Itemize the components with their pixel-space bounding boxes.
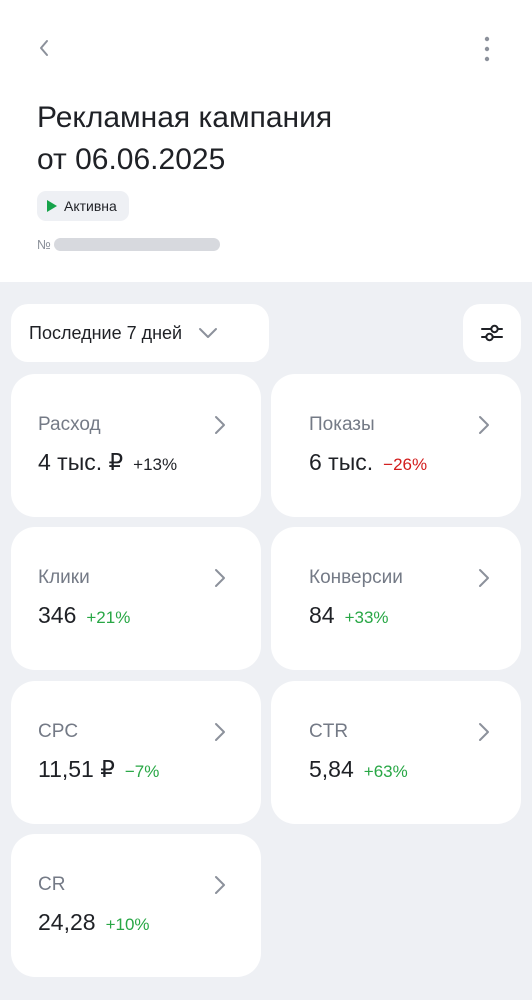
metric-value: 4 тыс. ₽ — [38, 449, 124, 475]
chevron-right-icon — [215, 876, 225, 894]
page-title: Рекламная кампания от 06.06.2025 — [37, 97, 477, 181]
metric-label: Клики — [38, 567, 90, 588]
metric-value: 346 — [38, 602, 77, 628]
metric-value-row: 5,84 +63% — [309, 756, 408, 783]
sliders-icon — [481, 324, 503, 342]
metric-value-row: 346 +21% — [38, 602, 130, 629]
metric-label: Расход — [38, 414, 101, 435]
back-button[interactable] — [30, 32, 62, 64]
metric-label: CPC — [38, 721, 79, 742]
metric-label: Показы — [309, 414, 375, 435]
more-options-button[interactable] — [470, 32, 502, 68]
number-prefix: № — [37, 236, 51, 252]
metric-value: 6 тыс. — [309, 449, 374, 475]
status-text: Активна — [64, 198, 117, 214]
metric-delta: +21% — [86, 608, 131, 627]
metric-delta: −7% — [124, 762, 160, 781]
metric-delta: +63% — [363, 762, 408, 781]
metric-card-conversions[interactable]: Конверсии 84 +33% — [271, 527, 521, 670]
chevron-right-icon — [479, 416, 489, 434]
metric-value: 24,28 — [38, 909, 96, 935]
metric-card-cr[interactable]: CR 24,28 +10% — [11, 834, 261, 977]
campaign-number: № — [37, 236, 220, 252]
chevron-right-icon — [479, 569, 489, 587]
filter-settings-button[interactable] — [463, 304, 521, 362]
metric-card-cpc[interactable]: CPC 11,51 ₽ −7% — [11, 681, 261, 824]
metric-delta: +13% — [133, 455, 178, 474]
metric-label: CR — [38, 874, 66, 895]
chevron-right-icon — [215, 723, 225, 741]
metric-delta: +33% — [344, 608, 389, 627]
metric-card-ctr[interactable]: CTR 5,84 +63% — [271, 681, 521, 824]
metric-value: 5,84 — [309, 756, 354, 782]
metric-value-row: 11,51 ₽ −7% — [38, 756, 159, 783]
metric-delta: −26% — [383, 455, 428, 474]
status-badge: Активна — [37, 191, 129, 221]
metric-card-clicks[interactable]: Клики 346 +21% — [11, 527, 261, 670]
metric-value-row: 84 +33% — [309, 602, 389, 629]
more-vertical-icon — [484, 36, 490, 62]
chevron-down-icon — [199, 328, 218, 338]
hidden-number-placeholder — [53, 237, 220, 251]
metric-label: CTR — [309, 721, 349, 742]
title-line-2: от 06.06.2025 — [37, 143, 226, 176]
chevron-right-icon — [215, 569, 225, 587]
metric-label: Конверсии — [309, 567, 403, 588]
metric-value-row: 6 тыс. −26% — [309, 449, 427, 476]
metric-card-spend[interactable]: Расход 4 тыс. ₽ +13% — [11, 374, 261, 517]
metric-value-row: 24,28 +10% — [38, 909, 150, 936]
metric-value: 11,51 ₽ — [38, 756, 115, 782]
chevron-right-icon — [479, 723, 489, 741]
title-line-1: Рекламная кампания — [37, 101, 333, 134]
metric-delta: +10% — [105, 915, 150, 934]
campaign-header: Рекламная кампания от 06.06.2025 Активна… — [0, 0, 532, 282]
metric-value: 84 — [309, 602, 335, 628]
period-dropdown[interactable]: Последние 7 дней — [11, 304, 269, 362]
play-icon — [47, 200, 57, 212]
metric-card-impressions[interactable]: Показы 6 тыс. −26% — [271, 374, 521, 517]
chevron-right-icon — [215, 416, 225, 434]
metric-value-row: 4 тыс. ₽ +13% — [38, 449, 177, 476]
period-label: Последние 7 дней — [29, 322, 183, 343]
chevron-left-icon — [40, 40, 48, 56]
